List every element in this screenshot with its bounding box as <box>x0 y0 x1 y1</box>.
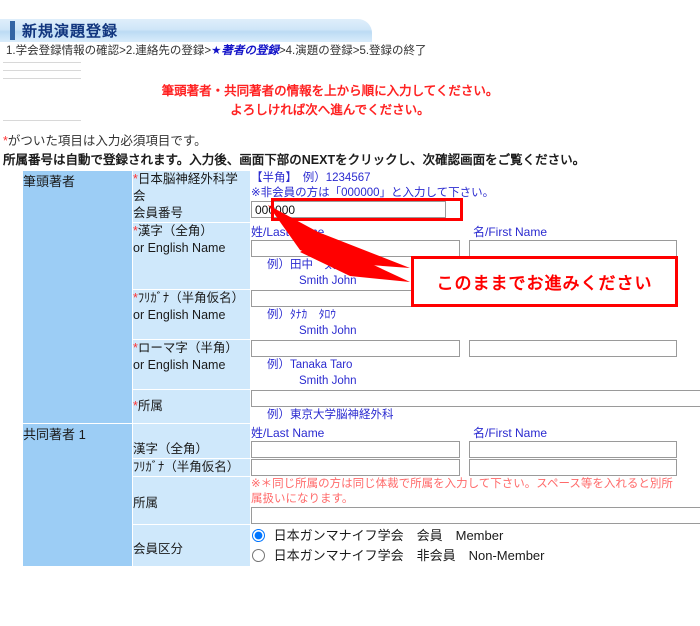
label-kanji-name-coauthor: 漢字（全角） <box>132 423 251 459</box>
radio-option-non-member[interactable]: 日本ガンマナイフ学会 非会員 Non-Member <box>251 546 677 566</box>
breadcrumb-step-8[interactable]: 5.登録の終了 <box>359 45 426 57</box>
kana-example-line-2: Smith John <box>299 325 357 337</box>
divider-1 <box>3 62 81 63</box>
label-affiliation-first-author: *所属 <box>132 389 251 424</box>
affiliation-input-coauthor[interactable] <box>251 507 700 524</box>
annotation-callout-text: このままでお進みください <box>436 274 653 293</box>
label-kana-name-coauthor: ﾌﾘｶﾞﾅ（半角仮名） <box>132 458 251 477</box>
label-text: 漢字（全角） or English Name <box>133 224 226 255</box>
label-text: 漢字（全角） <box>133 442 209 456</box>
group-label-first-author: 筆頭著者 <box>22 170 133 424</box>
label-text: ﾌﾘｶﾞﾅ（半角仮名） <box>133 460 240 474</box>
label-affiliation-coauthor: 所属 <box>132 476 251 525</box>
annotation-callout: このままでお進みください <box>411 256 678 307</box>
label-text-english: or English Name <box>133 308 226 322</box>
divider-4 <box>3 120 81 121</box>
radio-member[interactable] <box>252 529 265 542</box>
required-note-text: がついた項目は入力必須項目です。 <box>7 134 207 148</box>
annotation-highlight-box <box>271 198 463 221</box>
field-affiliation-coauthor: ※＊同じ所属の方は同じ体裁で所属を入力して下さい。スペース等を入れると別所属扱い… <box>250 476 700 525</box>
coauthor-kanji-first-name-input[interactable] <box>468 441 677 458</box>
page-title: 新規演題登録 <box>22 23 119 40</box>
label-text: 会員区分 <box>133 542 184 556</box>
romaji-first-name-input[interactable] <box>468 340 677 357</box>
col-header-first-name: 名/First Name <box>473 426 548 440</box>
kanji-first-name-input[interactable] <box>468 240 677 257</box>
label-text: 所属 <box>133 496 159 510</box>
affiliation-warning: ※＊同じ所属の方は同じ体裁で所属を入力して下さい。スペース等を入れると別所属扱い… <box>251 478 673 505</box>
radio-member-label: 日本ガンマナイフ学会 会員 Member <box>273 528 504 543</box>
breadcrumb: 1.学会登録情報の確認>2.連絡先の登録>★著者の登録>4.演題の登録>5.登録… <box>6 42 427 58</box>
name-column-headers: 姓/Last Name 名/First Name <box>251 424 677 441</box>
breadcrumb-separator: > <box>119 45 126 57</box>
notice-text: 筆頭著者・共同著者の情報を上から順に入力してください。 よろしければ次へ進んでく… <box>161 84 499 117</box>
radio-option-member[interactable]: 日本ガンマナイフ学会 会員 Member <box>251 526 677 546</box>
label-text-kana: ﾌﾘｶﾞﾅ（半角仮名） <box>137 291 245 305</box>
divider-3 <box>3 78 81 79</box>
breadcrumb-step-2[interactable]: 2.連絡先の登録 <box>126 45 205 57</box>
label-member-number: *日本脳神経外科学会 会員番号 <box>132 170 251 223</box>
field-romaji-name-first-author: 例）Tanaka Taro Smith John <box>250 339 678 390</box>
breadcrumb-step-0[interactable]: 1.学会登録情報の確認 <box>6 45 119 57</box>
col-header-last-name: 姓/Last Name <box>251 225 325 239</box>
label-text: ローマ字（半角） or English Name <box>133 341 238 372</box>
label-text: 日本脳神経外科学会 会員番号 <box>133 172 238 220</box>
required-field-note: *がついた項目は入力必須項目です。 <box>3 130 207 149</box>
auto-registration-note: 所属番号は自動で登録されます。入力後、画面下部のNEXTをクリックし、次確認画面… <box>3 153 586 167</box>
affiliation-example: 例）東京大学脳神経外科 <box>267 409 394 421</box>
radio-non-member-label: 日本ガンマナイフ学会 非会員 Non-Member <box>273 548 545 563</box>
label-kana-name-first-author: *ﾌﾘｶﾞﾅ（半角仮名） or English Name <box>132 289 251 340</box>
field-kanji-name-coauthor: 姓/Last Name 名/First Name <box>250 423 678 459</box>
coauthor-kana-last-name-input[interactable] <box>251 459 460 476</box>
romaji-example-line-2: Smith John <box>299 375 357 387</box>
field-affiliation-first-author: 例）東京大学脳神経外科 <box>250 389 700 424</box>
breadcrumb-separator: > <box>278 45 286 57</box>
label-romaji-name-first-author: *ローマ字（半角） or English Name <box>132 339 251 390</box>
field-kana-name-coauthor <box>250 458 678 477</box>
field-membership-type: 日本ガンマナイフ学会 会員 Member 日本ガンマナイフ学会 非会員 Non-… <box>250 524 678 567</box>
coauthor-kanji-last-name-input[interactable] <box>251 441 460 458</box>
table-row: 共同著者 1 漢字（全角） 姓/Last Name 名/First Name <box>22 423 678 567</box>
label-kanji-name-first-author: *漢字（全角） or English Name <box>132 222 251 290</box>
col-header-last-name: 姓/Last Name <box>251 426 325 440</box>
member-number-hint: 【半角】 例）1234567 <box>251 172 371 184</box>
kanji-last-name-input[interactable] <box>251 240 460 257</box>
author-registration-table: 筆頭著者 *日本脳神経外科学会 会員番号 【半角】 例）1234567 ※非会員… <box>22 170 700 567</box>
label-membership-type: 会員区分 <box>132 524 251 567</box>
divider-2 <box>3 70 81 71</box>
coauthor-kana-first-name-input[interactable] <box>468 459 677 476</box>
col-header-first-name: 名/First Name <box>473 225 548 239</box>
romaji-last-name-input[interactable] <box>251 340 460 357</box>
breadcrumb-step-6[interactable]: 4.演題の登録 <box>286 45 353 57</box>
name-column-headers: 姓/Last Name 名/First Name <box>251 223 677 240</box>
romaji-example-line-1: 例）Tanaka Taro <box>267 359 353 371</box>
label-text: 所属 <box>137 399 163 413</box>
kana-example-line-1: 例）ﾀﾅｶ ﾀﾛｳ <box>267 309 336 321</box>
header-accent-bar <box>10 21 15 40</box>
radio-non-member[interactable] <box>252 549 265 562</box>
membership-radio-group: 日本ガンマナイフ学会 会員 Member 日本ガンマナイフ学会 非会員 Non-… <box>251 525 677 566</box>
breadcrumb-step-current[interactable]: ★著者の登録 <box>211 45 279 57</box>
affiliation-input-first-author[interactable] <box>251 390 700 407</box>
group-label-coauthor-1: 共同著者 1 <box>22 423 133 567</box>
